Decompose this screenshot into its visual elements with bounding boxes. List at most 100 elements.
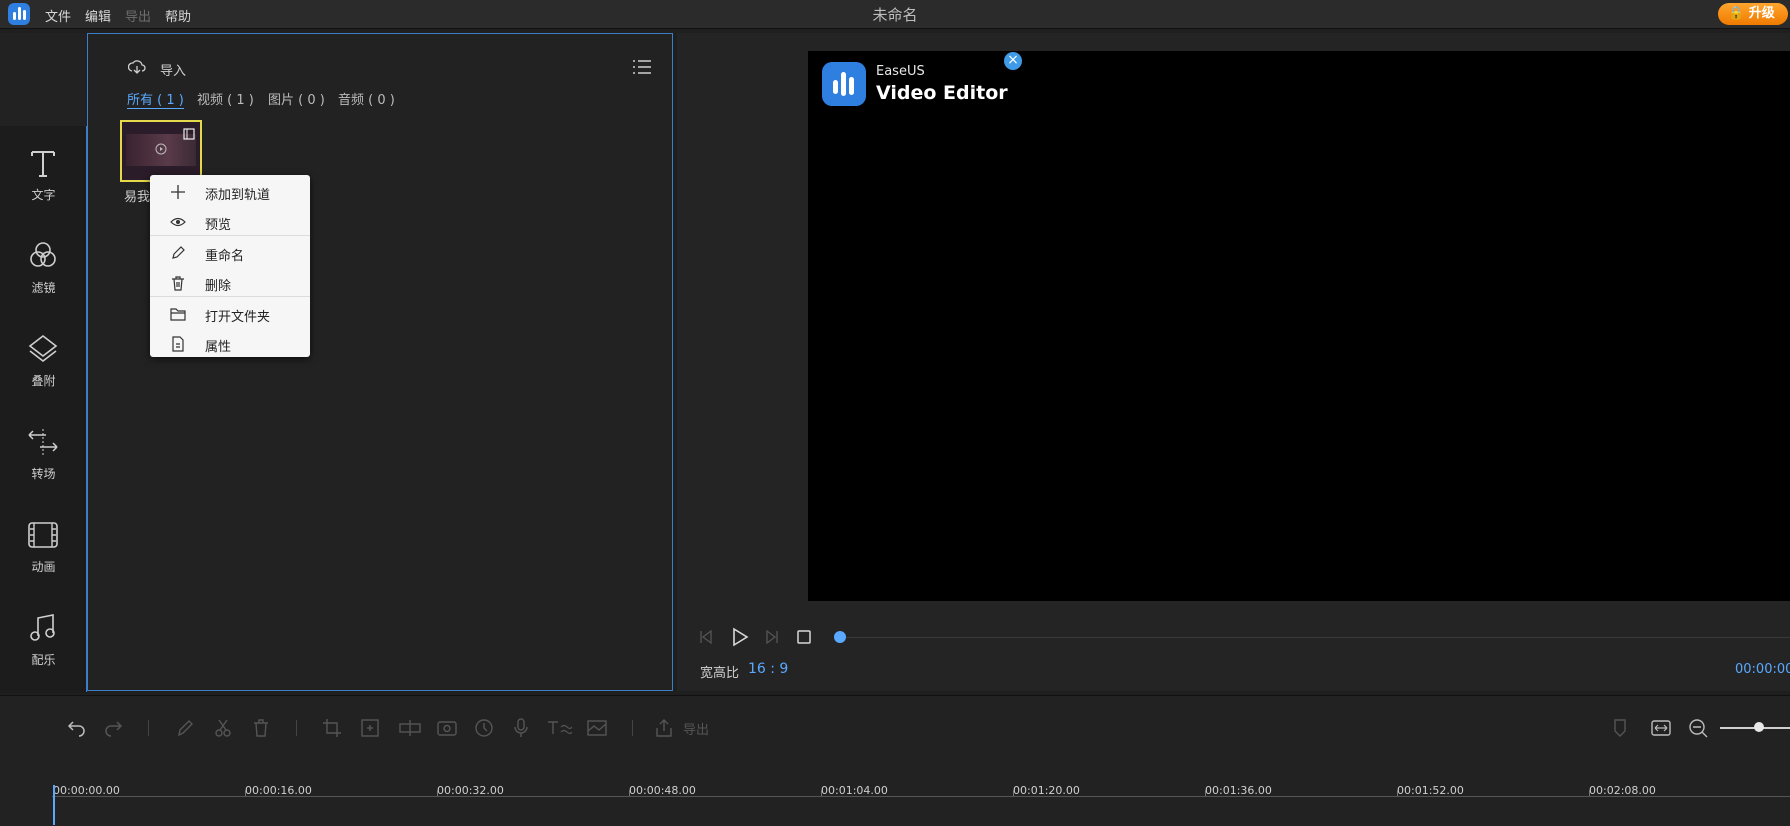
play-button-icon[interactable] (730, 627, 750, 647)
timeline-panel (0, 695, 1790, 826)
timeline-tick-mark (821, 790, 822, 796)
text-to-speech-icon[interactable] (546, 718, 572, 738)
delete-icon[interactable] (252, 718, 270, 738)
speed-icon[interactable] (474, 718, 494, 738)
rail-item-label: 转场 (31, 467, 56, 481)
divider (86, 126, 87, 692)
undo-icon[interactable] (66, 718, 86, 738)
timeline-tick-mark (1589, 790, 1590, 796)
rail-item-label: 动画 (31, 560, 56, 574)
text-icon (31, 151, 55, 177)
menu-item-label: 打开文件夹 (205, 310, 271, 325)
rail-active-bg (0, 33, 87, 126)
mosaic-icon[interactable] (586, 718, 608, 738)
pencil-icon (172, 246, 185, 259)
media-thumbnail[interactable] (120, 120, 202, 182)
rail-item-label: 文字 (31, 188, 56, 202)
list-view-icon[interactable] (632, 59, 652, 75)
properties-icon (172, 336, 184, 352)
menu-item-open-folder[interactable]: 打开文件夹 (150, 300, 310, 328)
marker-icon[interactable] (1612, 718, 1628, 738)
menu-item-label: 预览 (205, 218, 232, 233)
menu-item-label: 属性 (205, 340, 232, 355)
rail-item-transition[interactable]: 转场 (0, 405, 87, 497)
menu-item-properties[interactable]: 属性 (150, 330, 310, 358)
tab-video[interactable]: 视频 ( 1 ) (197, 89, 254, 108)
tab-all[interactable]: 所有 ( 1 ) (127, 89, 184, 109)
timeline-tick-label: 00:00:00.00 (53, 784, 120, 797)
timeline-tick-label: 00:00:16.00 (245, 784, 312, 797)
toolbar-separator (148, 720, 149, 736)
aspect-ratio-value[interactable]: 16 : 9 (748, 661, 788, 677)
menu-item-label: 添加到轨道 (205, 188, 271, 203)
tab-audio[interactable]: 音频 ( 0 ) (338, 89, 395, 108)
import-button[interactable]: 导入 (160, 60, 186, 79)
upgrade-button[interactable]: 🔒 升级 (1718, 3, 1788, 25)
import-icon[interactable] (128, 59, 146, 75)
toolbar-separator (632, 720, 633, 736)
menu-item-preview[interactable]: 预览 (150, 208, 310, 236)
rail-item-label: 配乐 (31, 653, 56, 667)
split-icon[interactable] (398, 718, 422, 738)
close-icon[interactable]: × (1004, 52, 1022, 70)
menu-separator (150, 235, 310, 236)
playhead[interactable] (53, 785, 55, 825)
cut-icon[interactable] (214, 718, 232, 738)
rail-item-label: 滤镜 (31, 281, 56, 295)
easeus-logo-icon (822, 62, 866, 106)
clip-type-icon (183, 128, 195, 140)
zoom-slider-handle[interactable] (1754, 722, 1764, 732)
tab-image[interactable]: 图片 ( 0 ) (268, 89, 325, 108)
tool-rail: 素材 文字 滤镜 叠附 转场 动画 配乐 (0, 33, 87, 693)
toolbar-separator (296, 720, 297, 736)
overlay-icon (28, 334, 58, 363)
menu-item-rename[interactable]: 重命名 (150, 239, 310, 267)
timeline-tick-label: 00:00:48.00 (629, 784, 696, 797)
eye-icon (170, 217, 186, 227)
timeline-tick-mark (1397, 790, 1398, 796)
rail-item-music[interactable]: 配乐 (0, 591, 87, 683)
music-icon (30, 614, 55, 641)
timeline-tick-label: 00:02:08.00 (1589, 784, 1656, 797)
timeline-tick-mark (629, 790, 630, 796)
prev-frame-icon[interactable] (698, 629, 714, 645)
aspect-ratio-label: 宽高比 (700, 666, 740, 681)
preview-canvas (808, 51, 1790, 601)
zoom-out-icon[interactable] (1688, 718, 1708, 738)
menu-separator (150, 296, 310, 297)
edit-icon[interactable] (176, 718, 194, 738)
filter-icon (30, 242, 56, 267)
microphone-icon[interactable] (512, 718, 530, 738)
stop-icon[interactable] (797, 630, 811, 644)
redo-icon[interactable] (104, 718, 124, 738)
time-readout: 00:00:00. (1735, 662, 1790, 677)
snapshot-icon[interactable] (436, 718, 458, 738)
rail-item-text[interactable]: 文字 (0, 126, 87, 218)
next-frame-icon[interactable] (764, 629, 780, 645)
export-icon[interactable] (654, 718, 674, 738)
plus-icon (171, 185, 185, 199)
zoom-crop-icon[interactable] (360, 718, 380, 738)
timeline-tick-label: 00:01:36.00 (1205, 784, 1272, 797)
trash-icon (172, 276, 184, 291)
timeline-tick-label: 00:01:20.00 (1013, 784, 1080, 797)
crop-icon[interactable] (322, 718, 342, 738)
rail-item-filter[interactable]: 滤镜 (0, 219, 87, 311)
rail-item-animation[interactable]: 动画 (0, 498, 87, 590)
timeline-tick-mark (245, 790, 246, 796)
play-icon (155, 143, 167, 155)
progress-handle[interactable] (834, 631, 846, 643)
rail-item-overlay[interactable]: 叠附 (0, 312, 87, 404)
brand-name: EaseUS (876, 64, 925, 79)
transition-icon (28, 429, 58, 455)
menu-item-add-to-track[interactable]: 添加到轨道 (150, 178, 310, 206)
timeline-tick-label: 00:01:52.00 (1397, 784, 1464, 797)
timeline-tick-mark (437, 790, 438, 796)
menu-item-delete[interactable]: 删除 (150, 269, 310, 297)
menu-item-label: 重命名 (205, 249, 245, 264)
timeline-ruler (52, 796, 1790, 797)
fit-timeline-icon[interactable] (1650, 718, 1672, 738)
export-button[interactable]: 导出 (683, 719, 709, 738)
timeline-tick-mark (1013, 790, 1014, 796)
progress-track[interactable] (838, 637, 1790, 638)
